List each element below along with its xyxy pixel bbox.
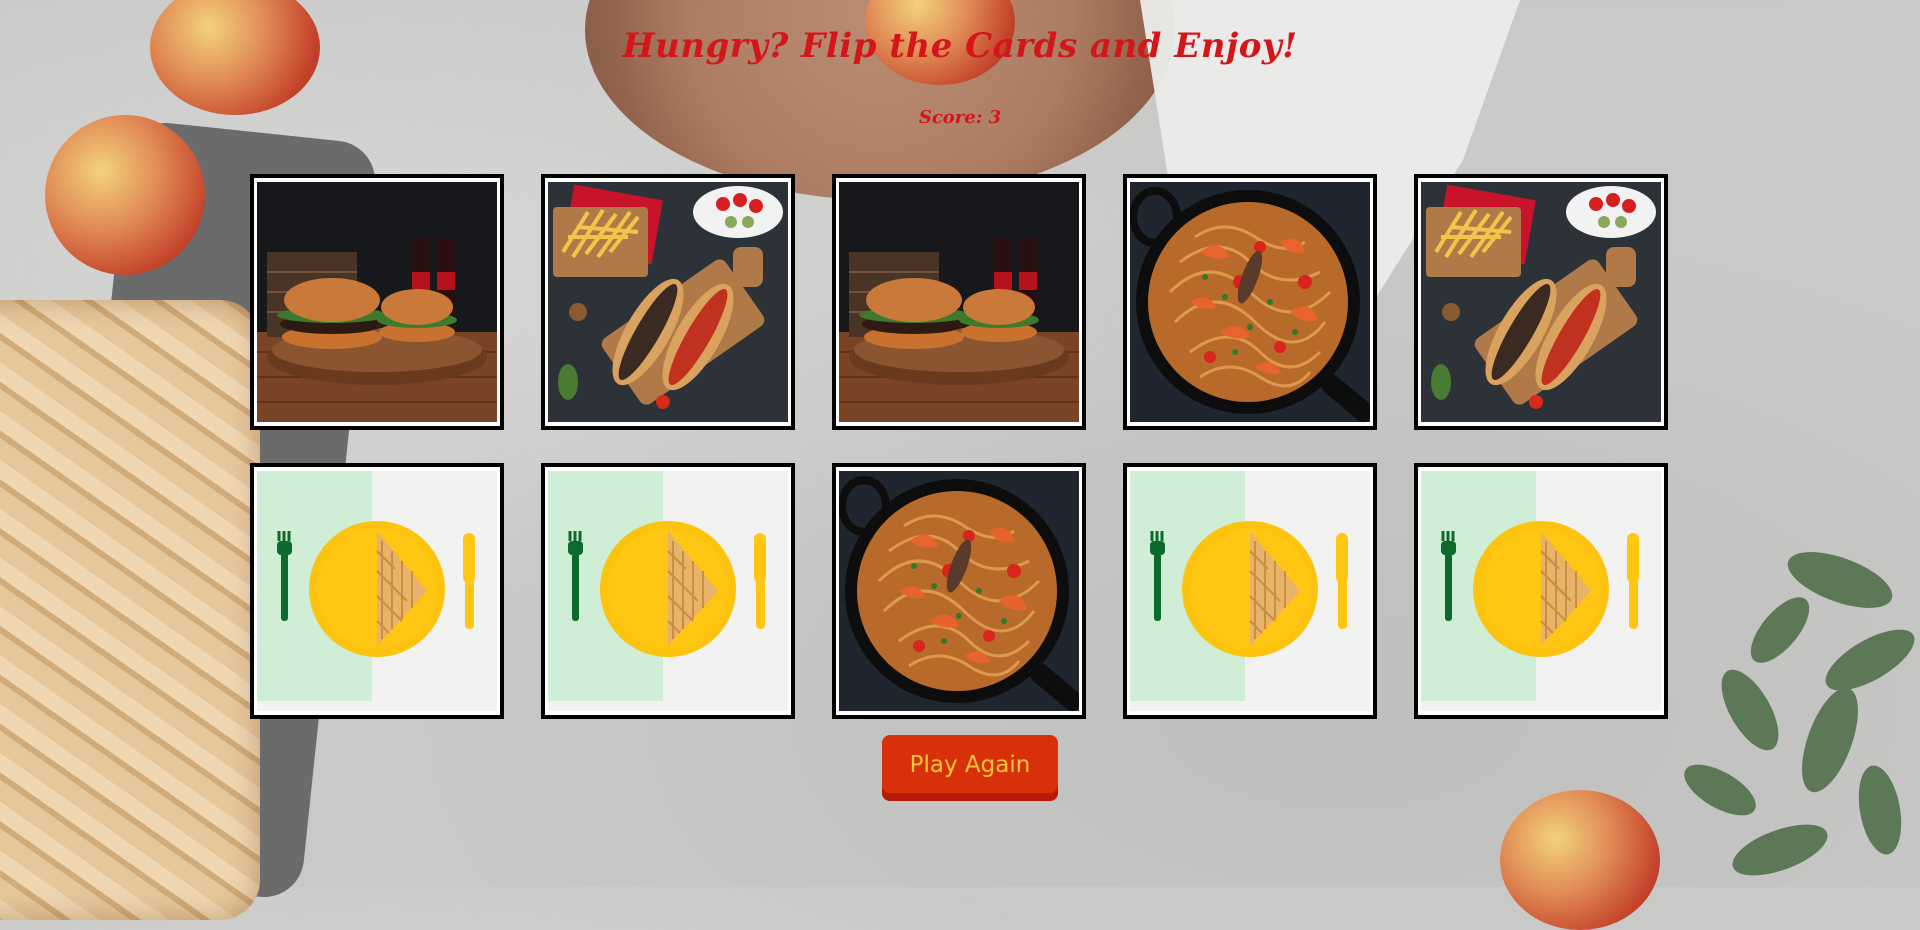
card-back-waffle-plate — [548, 471, 788, 711]
hotdog-fries-image — [1421, 182, 1661, 422]
card-back-waffle-plate — [1421, 471, 1661, 711]
memory-card-5[interactable] — [1414, 174, 1668, 430]
hotdog-fries-image — [548, 182, 788, 422]
background-apple — [1500, 790, 1660, 930]
card-back-waffle-plate — [1130, 471, 1370, 711]
background-apple — [45, 115, 205, 275]
card-back-waffle-plate — [257, 471, 497, 711]
memory-card-6[interactable] — [250, 463, 504, 719]
memory-card-2[interactable] — [541, 174, 795, 430]
shrimp-pasta-image — [1130, 182, 1370, 423]
background-leaves — [1684, 552, 1915, 876]
burger-image — [839, 182, 1079, 422]
memory-card-10[interactable] — [1414, 463, 1668, 719]
game-title: Hungry? Flip the Cards and Enjoy! — [622, 26, 1298, 66]
background-pie — [0, 300, 260, 920]
memory-card-9[interactable] — [1123, 463, 1377, 719]
card-grid — [250, 174, 1668, 719]
memory-card-7[interactable] — [541, 463, 795, 719]
memory-card-3[interactable] — [832, 174, 1086, 430]
memory-card-1[interactable] — [250, 174, 504, 430]
play-again-button[interactable]: Play Again — [882, 735, 1058, 801]
burger-image — [257, 182, 497, 422]
memory-card-8[interactable] — [832, 463, 1086, 719]
score-display: Score: 3 — [918, 107, 1002, 128]
memory-card-4[interactable] — [1123, 174, 1377, 430]
shrimp-pasta-image — [839, 471, 1079, 712]
